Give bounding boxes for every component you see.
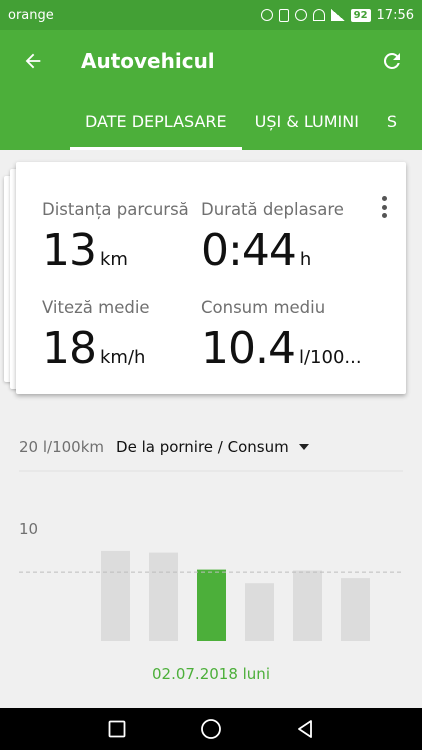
tab-doors-lights[interactable]: UȘI & LUMINI: [255, 92, 359, 150]
circle-icon: [201, 719, 221, 739]
metric-label: Viteză medie: [42, 298, 150, 317]
triangle-back-icon: [298, 720, 312, 738]
metric-unit: km/h: [100, 347, 146, 368]
metric-duration: Durată deplasare 0:44 h: [201, 200, 344, 276]
back-button[interactable]: [5, 33, 61, 89]
home-button[interactable]: [191, 709, 231, 749]
metric-label: Distanța parcursă: [42, 200, 189, 219]
metric-label: Durată deplasare: [201, 200, 344, 219]
chart-bar: [341, 578, 370, 641]
recents-button[interactable]: [97, 709, 137, 749]
clock: 17:56: [376, 7, 414, 23]
refresh-icon: [383, 52, 400, 69]
system-nav-bar: [0, 708, 422, 750]
wifi-icon: [312, 9, 325, 21]
tab-trip-data[interactable]: DATE DEPLASARE: [70, 92, 242, 150]
chart-bar: [149, 552, 178, 641]
tab-next[interactable]: S: [387, 92, 397, 150]
y-axis-max-label: 20 l/100km: [19, 438, 105, 456]
chart-y-tick-label: 10: [19, 520, 38, 538]
chart-bar: [245, 583, 274, 641]
battery-icon: 92: [350, 8, 371, 22]
metric-label: Consum mediu: [201, 298, 326, 317]
metric-value: 13 km: [42, 225, 189, 276]
arrow-left-icon: [25, 53, 41, 69]
page-title: Autovehicul: [81, 49, 215, 73]
refresh-button[interactable]: [364, 33, 420, 89]
chart-bar: [101, 550, 130, 641]
metric-unit: km: [100, 249, 128, 270]
chart-bar: [293, 570, 322, 641]
chart-bar-selected: [197, 569, 226, 641]
metric-distance: Distanța parcursă 13 km: [42, 200, 189, 276]
status-bar: orange 92 17:56: [0, 0, 422, 30]
metric-value: 10.4 l/100...: [201, 323, 362, 374]
alarm-icon: [294, 9, 307, 21]
consumption-chart: 10: [19, 470, 403, 641]
vibrate-icon: [278, 8, 289, 22]
metric-avg-speed: Viteză medie 18 km/h: [42, 298, 150, 374]
status-icons: 92 17:56: [260, 7, 414, 23]
chart-header: 20 l/100km De la pornire / Consum: [19, 438, 309, 456]
more-options-icon[interactable]: [380, 196, 388, 218]
chart-date-label: 02.07.2018 luni: [151, 665, 270, 683]
back-nav-button[interactable]: [285, 709, 325, 749]
square-icon: [108, 720, 126, 738]
metric-number: 0:44: [201, 225, 297, 276]
metric-avg-consumption: Consum mediu 10.4 l/100...: [201, 298, 362, 374]
chart-mode-dropdown[interactable]: De la pornire / Consum: [116, 438, 309, 456]
signal-icon: [330, 9, 345, 21]
metric-number: 13: [42, 225, 97, 276]
metric-value: 18 km/h: [42, 323, 150, 374]
metric-number: 18: [42, 323, 97, 374]
metric-number: 10.4: [201, 323, 296, 374]
carrier-label: orange: [8, 7, 54, 23]
dropdown-label: De la pornire / Consum: [116, 438, 289, 456]
app-bar: Autovehicul: [0, 30, 422, 92]
tab-bar: DATE DEPLASARE UȘI & LUMINI S: [0, 92, 422, 150]
location-icon: [260, 9, 273, 21]
metric-value: 0:44 h: [201, 225, 344, 276]
dropdown-arrow-icon: [298, 444, 309, 450]
metric-unit: h: [299, 249, 312, 270]
trip-summary-card[interactable]: Distanța parcursă 13 km Durată deplasare …: [16, 162, 406, 394]
metric-unit: l/100...: [298, 347, 362, 368]
